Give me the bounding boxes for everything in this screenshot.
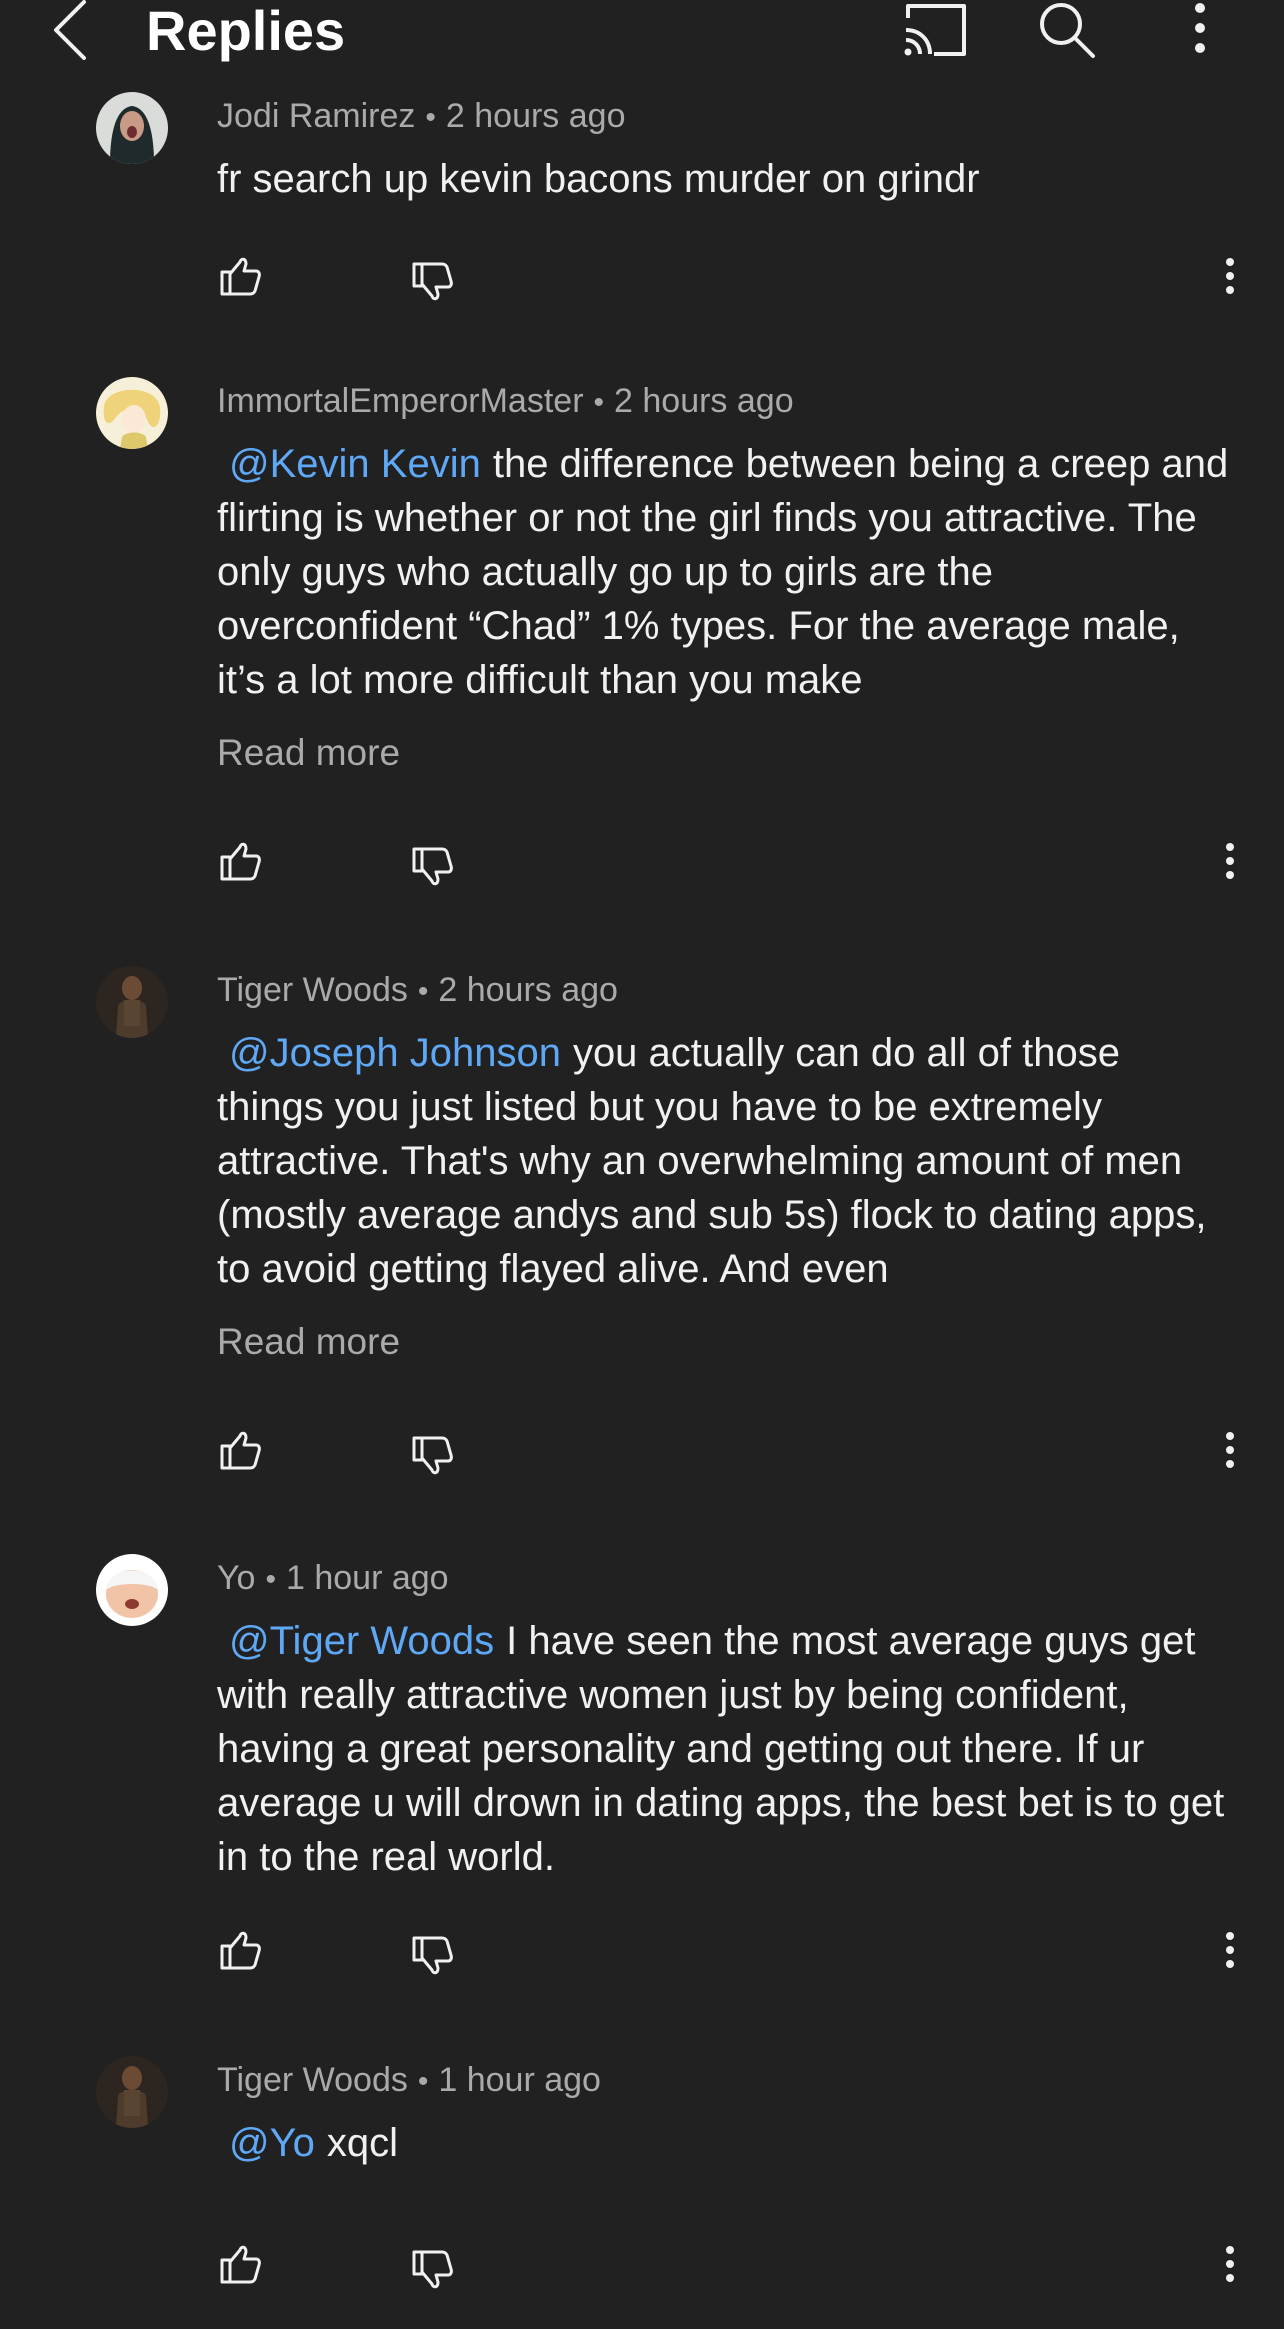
search-button[interactable]	[1035, 0, 1099, 64]
like-button[interactable]	[210, 1920, 270, 1980]
comment-text: @Tiger Woods I have seen the most average…	[217, 1614, 1237, 1884]
separator-dot: •	[593, 386, 605, 419]
comment-time: 1 hour ago	[285, 1559, 449, 1597]
comment-time: 2 hours ago	[614, 382, 794, 420]
dislike-button[interactable]	[402, 1926, 462, 1986]
read-more-link[interactable]: Read more	[217, 731, 400, 775]
back-button[interactable]	[46, 0, 96, 64]
comment-meta: ImmortalEmperorMaster • 2 hours ago	[217, 381, 794, 423]
thumbs-down-icon	[412, 1936, 453, 1975]
like-button[interactable]	[210, 246, 270, 306]
like-button[interactable]	[210, 1420, 270, 1480]
comment-author[interactable]: Yo	[217, 1559, 255, 1597]
avatar[interactable]	[96, 92, 168, 164]
more-vert-icon	[1226, 1932, 1234, 1968]
comment-body: xqcl	[326, 2121, 398, 2165]
back-arrow-icon	[54, 0, 86, 60]
comment-more-button[interactable]	[1210, 256, 1250, 316]
top-app-bar: Replies	[0, 0, 1284, 80]
like-button[interactable]	[210, 2234, 270, 2294]
comment-author[interactable]: ImmortalEmperorMaster	[217, 382, 584, 420]
comment-meta: Jodi Ramirez • 2 hours ago	[217, 96, 626, 138]
mention-link[interactable]: @Kevin Kevin	[217, 442, 481, 486]
more-vert-icon	[1226, 1432, 1234, 1468]
comment-text: @Yo xqcl	[217, 2116, 1237, 2170]
thumbs-up-icon	[220, 257, 261, 296]
avatar[interactable]	[96, 377, 168, 449]
dislike-button[interactable]	[402, 837, 462, 897]
avatar[interactable]	[96, 1554, 168, 1626]
separator-dot: •	[417, 975, 429, 1008]
comment-meta: Tiger Woods • 2 hours ago	[217, 970, 618, 1012]
read-more-link[interactable]: Read more	[217, 1320, 400, 1364]
thumbs-up-icon	[220, 1431, 261, 1470]
separator-dot: •	[265, 1563, 276, 1596]
avatar[interactable]	[96, 966, 168, 1038]
comment-more-button[interactable]	[1210, 841, 1250, 901]
thumbs-down-icon	[412, 2250, 453, 2289]
more-options-button[interactable]	[1180, 0, 1220, 64]
more-vert-icon	[1226, 258, 1234, 294]
search-icon	[1040, 3, 1095, 58]
avatar[interactable]	[96, 2056, 168, 2128]
mention-link[interactable]: @Yo	[217, 2121, 315, 2165]
dislike-button[interactable]	[402, 252, 462, 312]
comment-text: @Kevin Kevin the difference between being…	[217, 437, 1237, 707]
thumbs-up-icon	[220, 842, 261, 881]
comment-author[interactable]: Jodi Ramirez	[217, 97, 415, 135]
mention-link[interactable]: @Joseph Johnson	[217, 1031, 561, 1075]
comment-time: 1 hour ago	[438, 2061, 601, 2099]
cast-icon	[904, 4, 966, 56]
comment-author[interactable]: Tiger Woods	[217, 971, 408, 1009]
like-button[interactable]	[210, 831, 270, 891]
comment-author[interactable]: Tiger Woods	[217, 2061, 408, 2099]
comment-text: @Joseph Johnson you actually can do all o…	[217, 1026, 1237, 1296]
dislike-button[interactable]	[402, 1426, 462, 1486]
page-title: Replies	[146, 0, 346, 62]
comment-meta: Tiger Woods • 1 hour ago	[217, 2060, 601, 2102]
thumbs-up-icon	[220, 2245, 261, 2284]
comment-more-button[interactable]	[1210, 1930, 1250, 1990]
comment-more-button[interactable]	[1210, 1430, 1250, 1490]
comment-time: 2 hours ago	[438, 971, 618, 1009]
comment-text: fr search up kevin bacons murder on grin…	[217, 152, 1237, 206]
dislike-button[interactable]	[402, 2240, 462, 2300]
thumbs-down-icon	[412, 1436, 453, 1475]
comment-more-button[interactable]	[1210, 2244, 1250, 2304]
comment-time: 2 hours ago	[445, 97, 626, 135]
separator-dot: •	[417, 2065, 429, 2098]
comment-meta: Yo • 1 hour ago	[217, 1558, 449, 1600]
more-vert-icon	[1226, 2246, 1234, 2282]
more-vert-icon	[1195, 3, 1205, 53]
separator-dot: •	[425, 101, 436, 134]
comment-body: fr search up kevin bacons murder on grin…	[217, 157, 980, 201]
thumbs-down-icon	[412, 262, 453, 301]
more-vert-icon	[1226, 843, 1234, 879]
cast-button[interactable]	[900, 0, 970, 64]
mention-link[interactable]: @Tiger Woods	[217, 1619, 494, 1663]
thumbs-up-icon	[220, 1931, 261, 1970]
thumbs-down-icon	[412, 847, 453, 886]
